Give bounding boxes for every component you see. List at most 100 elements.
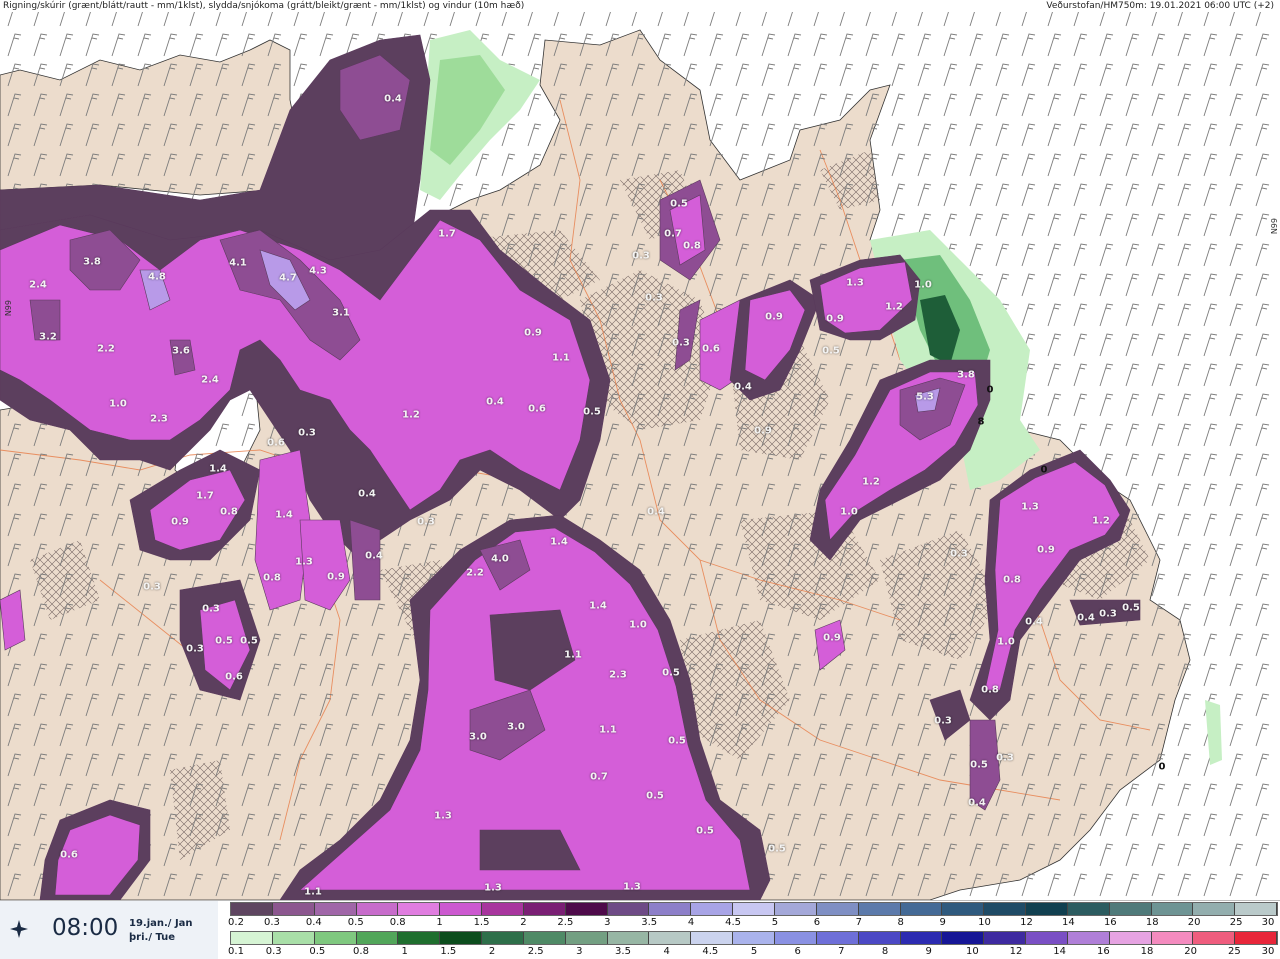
rain-scale-labels: 0.2 0.3 0.4 0.5 0.8 1 1.5 2 2.5 3 3.5 4 4.5 5 6 7 8 9 10 12… [228,917,1278,929]
precip-value: 0.5 [583,406,601,418]
scale-swatch [231,932,273,944]
precip-value: 0.8 [263,572,281,584]
precip-value: 3.1 [332,307,350,319]
scale-swatch [607,932,650,944]
scale-tick-label: 14 [1062,917,1075,928]
scale-tick-label: 12 [1009,946,1023,957]
precip-value: 0.3 [672,337,690,349]
scale-tick-label: 8 [897,917,904,928]
scale-swatch [398,903,441,915]
precipitation-wind-map [0,0,1280,900]
scale-tick-label: 30 [1261,946,1275,957]
scale-swatch [1193,932,1236,944]
scale-swatch [984,932,1027,944]
scale-tick-label: 0.4 [305,917,322,928]
precip-value: 0.9 [765,311,783,323]
precip-value: 1.2 [1092,515,1110,527]
scale-swatch [649,903,692,915]
scale-swatch [523,932,566,944]
precip-value: 0.3 [186,643,204,655]
precip-value: 1.2 [402,409,420,421]
precip-value: 1.4 [589,600,607,612]
precip-value: 1.3 [846,277,864,289]
scale-tick-label: 1 [401,946,408,957]
precip-value: 1.0 [840,506,858,518]
scale-tick-label: 4.5 [702,946,719,957]
precip-value: 0.3 [1099,608,1117,620]
latitude-label: 66N [3,300,12,317]
scale-swatch [482,903,524,915]
precip-value: 0.5 [668,735,686,747]
scale-swatch [523,903,566,915]
precip-value: 1.0 [997,636,1015,648]
precip-value: 1.4 [550,536,568,548]
precip-value: 1.3 [484,882,502,894]
precip-value: 1.3 [434,810,452,822]
contour-label: 0 [1040,464,1048,476]
precip-value: 4.8 [148,271,166,283]
contour-label: 0 [986,384,994,396]
precip-value: 1.2 [885,301,903,313]
scale-tick-label: 1 [436,917,443,928]
scale-tick-label: 4 [687,917,695,928]
scale-tick-label: 2 [520,917,527,928]
scale-swatch [900,903,943,915]
precip-value: 2.4 [29,279,47,291]
scale-swatch [272,932,315,944]
scale-swatch [858,932,901,944]
precip-value: 0.9 [754,425,772,437]
scale-tick-label: 12 [1020,917,1033,928]
scale-tick-label: 7 [855,917,862,928]
precip-value: 4.1 [229,257,247,269]
scale-tick-label: 5 [750,946,758,957]
play-navigation-icon[interactable] [8,918,30,940]
precip-value: 0.6 [225,671,243,683]
precip-value: 0.9 [171,516,189,528]
snow-scale-labels: 0.1 0.3 0.5 0.8 1 1.5 2 2.5 3 3.5 4 4.5 5 6 7 8 9 10 12 14 1… [228,946,1278,958]
precip-value: 0.4 [486,396,504,408]
precip-value: 0.3 [298,427,316,439]
scale-tick-label: 0.1 [228,946,244,957]
scale-swatch [1193,903,1236,915]
scale-swatch [398,932,441,944]
precip-value: 0.3 [632,250,650,262]
scale-swatch [900,932,943,944]
scale-tick-label: 1.5 [473,917,490,928]
scale-tick-label: 9 [925,946,932,957]
precip-value: 1.0 [914,279,932,291]
scale-tick-label: 6 [813,917,821,928]
scale-swatch [565,932,608,944]
scale-tick-label: 25 [1227,946,1241,957]
precip-value: 1.3 [623,881,641,893]
scale-tick-label: 5 [771,917,779,928]
precip-value: 3.2 [39,331,57,343]
precip-value: 1.3 [295,556,313,568]
precip-value: 5.3 [916,391,934,403]
scale-swatch [649,932,692,944]
scale-tick-label: 20 [1184,946,1198,957]
precip-value: 0.3 [202,603,220,615]
scale-tick-label: 0.5 [309,946,326,957]
precip-value: 1.4 [275,509,293,521]
precip-value: 0.5 [1122,602,1140,614]
scale-tick-label: 0.3 [263,917,280,928]
scale-tick-label: 3 [604,917,611,928]
scale-swatch [314,932,357,944]
precip-value: 0.5 [768,843,786,855]
precip-value: 3.8 [957,369,975,381]
scale-tick-label: 9 [939,917,946,928]
precip-value: 4.0 [491,553,509,565]
precip-value: 0.5 [670,198,688,210]
precip-value: 1.0 [109,398,127,410]
precip-value: 0.4 [647,506,665,518]
scale-tick-label: 18 [1145,917,1159,928]
scale-swatch [356,932,399,944]
scale-swatch [858,903,901,915]
precip-value: 0.3 [950,548,968,560]
precip-value: 2.3 [150,413,168,425]
scale-tick-label: 25 [1229,917,1243,928]
scale-swatch [1235,903,1278,915]
scale-tick-label: 14 [1053,946,1067,957]
forecast-time-panel: 08:00 19.jan./ Jan þri./ Tue [0,901,218,959]
precip-value: 0.5 [696,825,714,837]
